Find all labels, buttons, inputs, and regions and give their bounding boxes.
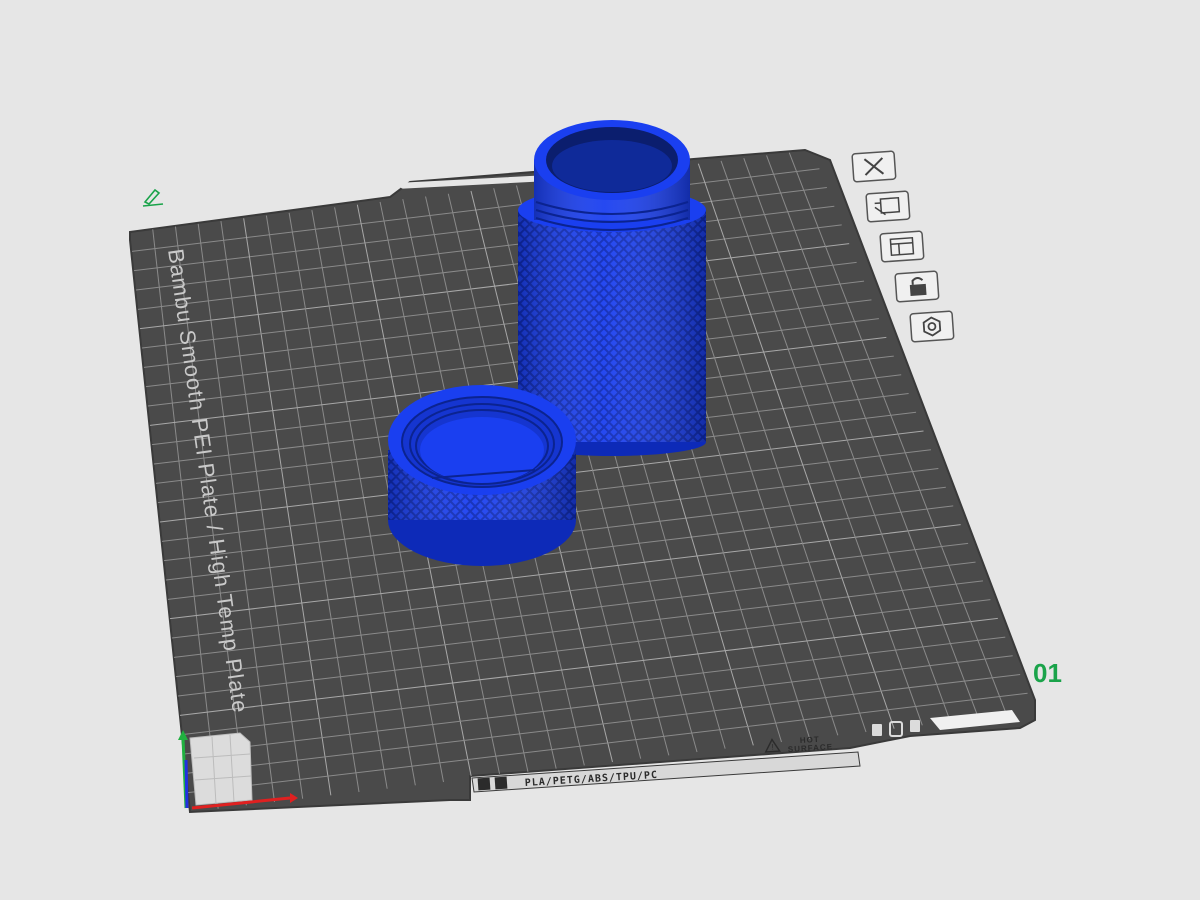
qr-icon-1 [477, 777, 491, 791]
plate-icon-3 [910, 720, 920, 732]
3d-viewport[interactable]: Bambu Smooth PEI Plate / High Temp Plate… [0, 0, 1200, 900]
qr-icon-2 [494, 776, 508, 790]
edit-pencil-icon[interactable] [142, 188, 164, 207]
plate-icon-1 [872, 724, 882, 736]
delete-plate-button[interactable] [851, 150, 897, 183]
auto-arrange-button[interactable] [865, 190, 911, 223]
lock-plate-button[interactable] [894, 270, 940, 303]
model-container-lid[interactable] [388, 385, 576, 566]
hot-label-line2: SURFACE [788, 742, 834, 754]
plate-gear-button[interactable] [909, 310, 955, 343]
z-axis [184, 759, 189, 809]
plate-settings-button[interactable] [879, 230, 925, 263]
origin-tile [189, 732, 253, 806]
plate-number[interactable]: 01 [1033, 658, 1062, 688]
